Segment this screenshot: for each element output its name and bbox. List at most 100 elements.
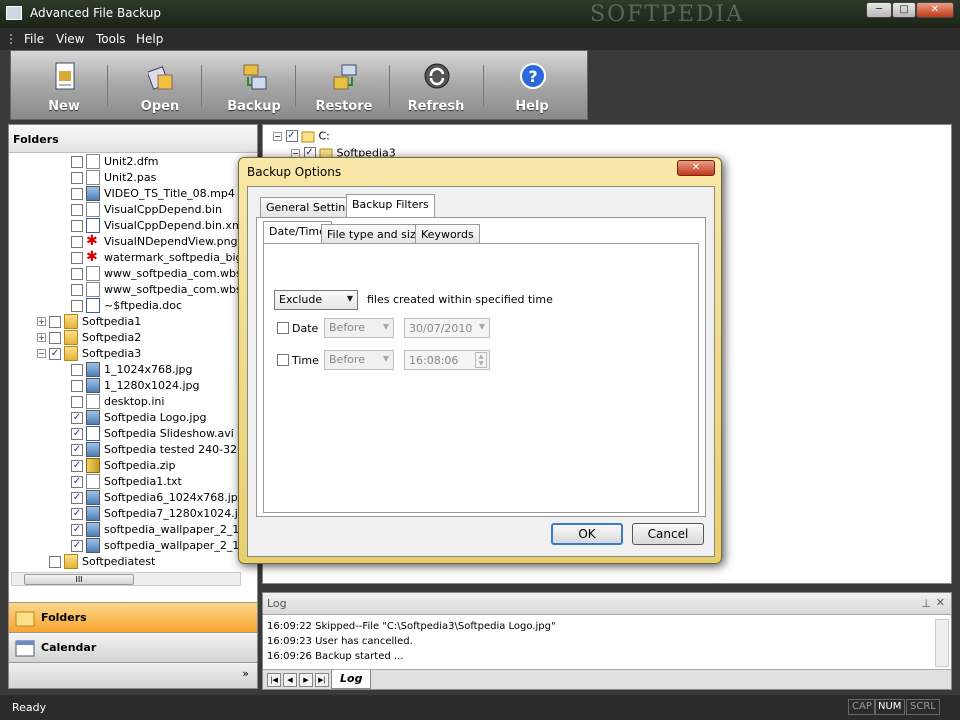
tree-checkbox[interactable] [71, 251, 83, 264]
date-operator-select[interactable]: Before ▼ [324, 318, 394, 338]
tree-checkbox[interactable]: ✓ [71, 539, 83, 552]
tree-checkbox[interactable] [49, 331, 61, 344]
tree-folder-row[interactable]: Softpediatest [37, 554, 155, 570]
tree-checkbox[interactable]: ✓ [71, 459, 83, 472]
minimize-button[interactable]: ─ [866, 2, 892, 18]
tree-file-row[interactable]: ✱ VisualNDependView.png [71, 234, 238, 250]
last-tab-icon[interactable]: ▶| [315, 673, 329, 687]
tree-checkbox[interactable] [71, 363, 83, 376]
menu-tools[interactable]: Tools [96, 32, 126, 46]
prev-tab-icon[interactable]: ◀ [283, 673, 297, 687]
date-checkbox[interactable] [277, 322, 289, 334]
refresh-button[interactable]: Refresh [391, 51, 481, 119]
dialog-close-button[interactable]: ✕ [677, 160, 715, 176]
tree-file-row[interactable]: ✓ Softpedia Slideshow.avi [71, 426, 234, 442]
tree-checkbox[interactable] [71, 379, 83, 392]
time-operator-select[interactable]: Before ▼ [324, 350, 394, 370]
expand-toggle-icon[interactable]: + [37, 333, 46, 342]
tree-folder-row[interactable]: + Softpedia2 [37, 330, 141, 346]
tree-checkbox[interactable] [71, 155, 83, 168]
date-picker[interactable]: 30/07/2010 ▼ [404, 318, 490, 338]
tree-file-row[interactable]: VisualCppDepend.bin [71, 202, 222, 218]
tree-checkbox[interactable] [71, 299, 83, 312]
tab-backup-filters[interactable]: Backup Filters [346, 194, 435, 217]
tree-file-row[interactable]: www_softpedia_com.wbs [71, 266, 242, 282]
tree-file-row[interactable]: desktop.ini [71, 394, 164, 410]
tree-file-row[interactable]: ✓ Softpedia Logo.jpg [71, 410, 206, 426]
tree-checkbox[interactable]: ✓ [71, 523, 83, 536]
expand-toggle-icon[interactable]: + [37, 317, 46, 326]
pin-icon[interactable]: ⊥ [921, 597, 931, 610]
ok-button[interactable]: OK [551, 523, 623, 545]
spin-updown-icon[interactable]: ▲ ▼ [475, 352, 487, 368]
folder-tree[interactable]: Unit2.dfm Unit2.pas VIDEO_TS_Title_08.mp4 V… [9, 153, 257, 598]
close-log-icon[interactable]: ✕ [936, 596, 945, 609]
tree-checkbox[interactable]: ✓ [71, 427, 83, 440]
tree-file-row[interactable]: ✓ Softpedia tested 240-320.jpg [71, 442, 257, 458]
tree-checkbox[interactable] [71, 203, 83, 216]
drive-root-row[interactable]: − ✓ C: [273, 129, 330, 143]
cancel-button[interactable]: Cancel [632, 523, 704, 545]
tree-file-row[interactable]: ✓ Softpedia.zip [71, 458, 176, 474]
tree-checkbox[interactable] [49, 315, 61, 328]
tree-file-row[interactable]: ✱ watermark_softpedia_big.pn [71, 250, 257, 266]
tree-file-row[interactable]: ~$ftpedia.doc [71, 298, 182, 314]
tree-file-row[interactable]: VIDEO_TS_Title_08.mp4 [71, 186, 235, 202]
menu-file[interactable]: File [24, 32, 44, 46]
tree-checkbox[interactable]: ✓ [49, 347, 61, 360]
tree-folder-row[interactable]: − ✓ Softpedia3 [37, 346, 141, 362]
log-vertical-scrollbar[interactable] [935, 619, 949, 667]
tree-file-row[interactable]: Unit2.dfm [71, 154, 158, 170]
nav-calendar-button[interactable]: Calendar [9, 632, 257, 662]
tree-file-row[interactable]: ✓ Softpedia6_1024x768.jpg [71, 490, 245, 506]
open-button[interactable]: Open [115, 51, 205, 119]
tab-file-type-size[interactable]: File type and size [321, 224, 429, 244]
help-button[interactable]: ? Help [487, 51, 577, 119]
tree-checkbox[interactable]: ✓ [71, 443, 83, 456]
more-options-icon[interactable]: » [242, 667, 249, 680]
restore-button[interactable]: Restore [299, 51, 389, 119]
filter-mode-select[interactable]: Exclude ▼ [274, 290, 358, 310]
menu-view[interactable]: View [56, 32, 84, 46]
tree-checkbox[interactable]: ✓ [71, 411, 83, 424]
date-value: 30/07/2010 [409, 322, 473, 335]
tree-folder-row[interactable]: + Softpedia1 [37, 314, 141, 330]
horizontal-scrollbar[interactable]: III [11, 572, 241, 586]
time-stepper[interactable]: 16:08:06 ▲ ▼ [404, 350, 490, 370]
next-tab-icon[interactable]: ▶ [299, 673, 313, 687]
tree-file-row[interactable]: 1_1024x768.jpg [71, 362, 193, 378]
tree-file-row[interactable]: ✓ Softpedia1.txt [71, 474, 182, 490]
drive-root-checkbox[interactable]: ✓ [285, 130, 298, 142]
expand-toggle-icon[interactable]: − [37, 349, 46, 358]
tree-file-row[interactable]: ✓ softpedia_wallpaper_2_1280 [71, 538, 257, 554]
close-window-button[interactable]: ✕ [916, 2, 954, 18]
backup-button[interactable]: Backup [209, 51, 299, 119]
tree-file-row[interactable]: 1_1280x1024.jpg [71, 378, 200, 394]
first-tab-icon[interactable]: |◀ [267, 673, 281, 687]
scroll-thumb[interactable]: III [24, 574, 134, 585]
tab-keywords[interactable]: Keywords [415, 224, 480, 244]
tree-file-row[interactable]: Unit2.pas [71, 170, 156, 186]
file-icon [86, 266, 100, 281]
time-checkbox[interactable] [277, 354, 289, 366]
tree-checkbox[interactable] [71, 283, 83, 296]
tree-file-row[interactable]: www_softpedia_com.wbsp [71, 282, 249, 298]
tree-file-row[interactable]: VisualCppDepend.bin.xml [71, 218, 246, 234]
tree-checkbox[interactable]: ✓ [71, 475, 83, 488]
tree-checkbox[interactable] [71, 171, 83, 184]
tab-log[interactable]: Log [331, 670, 371, 689]
tree-checkbox[interactable] [71, 267, 83, 280]
tree-checkbox[interactable] [71, 395, 83, 408]
tree-checkbox[interactable] [71, 235, 83, 248]
menu-help[interactable]: Help [136, 32, 163, 46]
new-button[interactable]: New [19, 51, 109, 119]
tree-checkbox[interactable]: ✓ [71, 507, 83, 520]
tree-file-row[interactable]: ✓ softpedia_wallpaper_2_1280 [71, 522, 257, 538]
nav-folders-button[interactable]: Folders [9, 602, 257, 632]
maximize-button[interactable]: □ [892, 2, 916, 18]
tree-checkbox[interactable] [71, 219, 83, 232]
tree-checkbox[interactable] [71, 187, 83, 200]
tree-file-row[interactable]: ✓ Softpedia7_1280x1024.jpg [71, 506, 252, 522]
tree-checkbox[interactable] [49, 555, 61, 568]
tree-checkbox[interactable]: ✓ [71, 491, 83, 504]
